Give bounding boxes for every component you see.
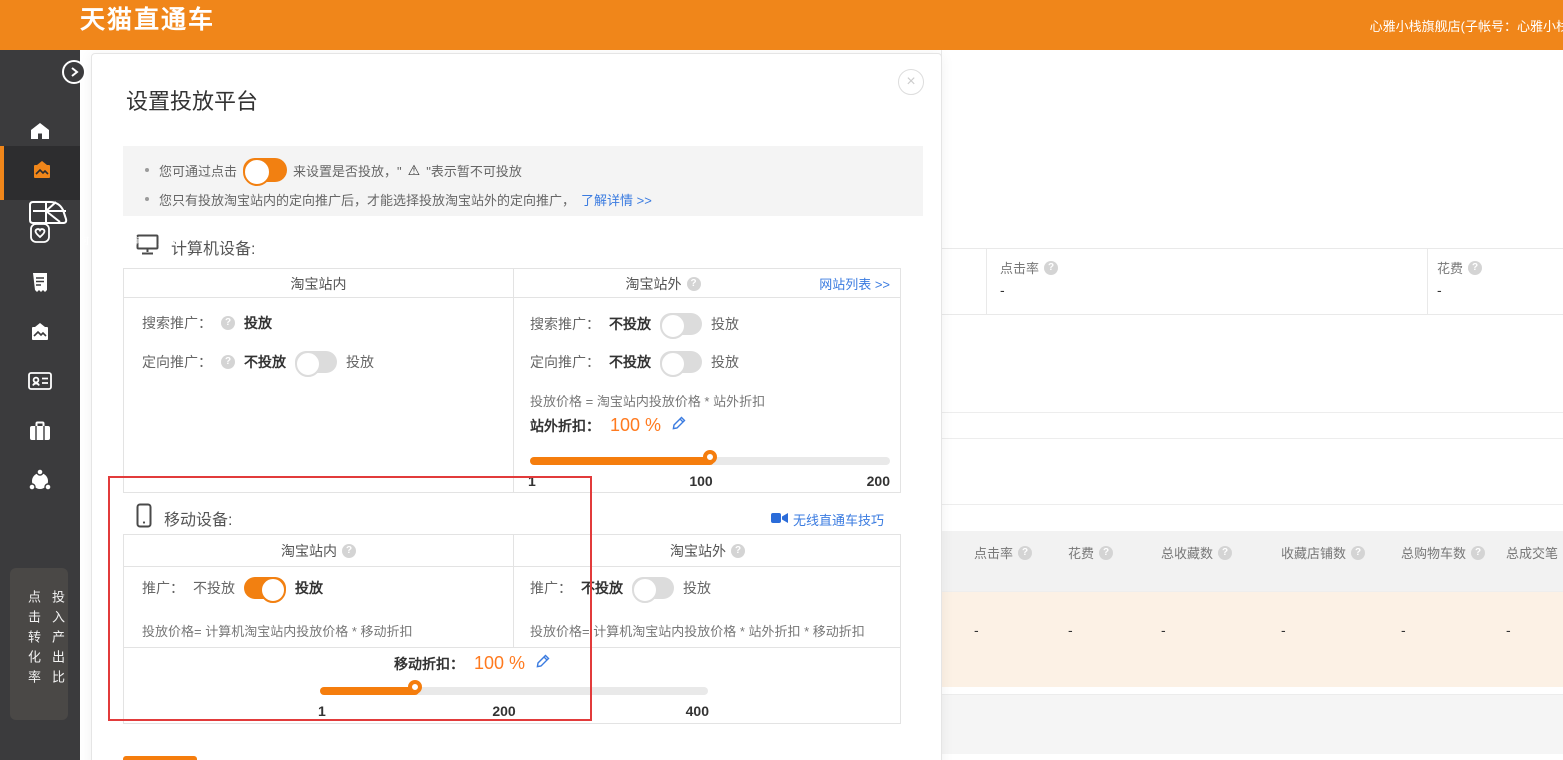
phone-icon [136,503,152,533]
help-icon[interactable] [342,544,356,558]
help-icon[interactable] [1044,261,1058,275]
bg-divider [941,438,1563,439]
help-icon[interactable] [1471,546,1485,560]
mobile-discount-value: 100 % [474,653,525,674]
scale-min: 1 [318,703,326,719]
scale-max: 200 [850,473,890,489]
stat-cost-value: - [1437,282,1442,298]
bg-divider [941,504,1563,505]
mobile-discount-slider[interactable] [320,687,708,695]
edit-pencil-icon[interactable] [535,653,551,674]
slider-handle[interactable] [703,450,717,464]
app-subtitle: 阿里妈妈旗下产品 [80,234,858,424]
sidebar-metrics-panel[interactable]: 点击转化率 投入产出比 [10,568,68,720]
mobile-outside-promo-toggle[interactable] [632,577,674,599]
help-icon[interactable] [1218,546,1232,560]
metric-roi: 投入产出比 [48,590,67,690]
app-title: 天猫直通车 [80,7,858,232]
confirm-button[interactable] [123,756,197,760]
sidebar-item-audience[interactable] [0,458,80,508]
slider-handle[interactable] [408,680,422,694]
video-icon [771,512,788,527]
stat-ctr: 点击率 [1000,258,1058,277]
mobile-discount: 移动折扣： 100 % [394,653,551,674]
users-orbit-icon [27,468,53,499]
report-table-header: 点击率 花费 总收藏数 收藏店铺数 总购物车数 总成交笔 [940,531,1563,592]
mobile-inside-promo-row: 推广： 不投放 投放 [142,577,323,599]
bg-divider [941,412,1563,413]
mobile-inside-price-formula: 投放价格= 计算机淘宝站内投放价格 * 移动折扣 [142,621,413,640]
mobile-section-header: 移动设备: [136,503,232,533]
account-name[interactable]: 心雅小栈旗舰店(子帐号：心雅小栈 [1370,16,1563,35]
scale-min: 1 [528,473,536,489]
help-icon[interactable] [1468,261,1482,275]
help-icon[interactable] [1351,546,1365,560]
stats-summary: 点击率 - 花费 - [940,248,1563,315]
report-table-footer [940,694,1563,754]
help-icon[interactable] [1018,546,1032,560]
stat-ctr-value: - [1000,282,1005,298]
metric-click-conversion: 点击转化率 [24,590,43,690]
scale-max: 400 [667,703,709,719]
mobile-outside-price-formula: 投放价格= 计算机淘宝站内投放价格 * 站外折扣 * 移动折扣 [530,621,865,640]
mobile-outside-promo-row: 推广： 不投放 投放 [530,577,711,599]
report-table-row[interactable]: - - - - - - [940,592,1563,687]
app-header: 天猫直通车 阿里妈妈旗下产品 心雅小栈旗舰店(子帐号：心雅小栈 [0,0,1563,50]
dashboard-background: 点击率 - 花费 - 点击率 花费 总收藏数 收藏店铺数 总购物车数 总成交笔 … [940,50,1563,760]
stat-cost: 花费 [1437,258,1482,277]
mobile-inside-promo-toggle[interactable] [244,577,286,599]
scale-mid: 100 [679,473,723,489]
close-icon[interactable] [898,69,924,95]
scale-mid: 200 [482,703,526,719]
wireless-tips-link[interactable]: 无线直通车技巧 [771,510,884,529]
train-logo-icon [28,195,70,236]
help-icon[interactable] [1099,546,1113,560]
column-header-taobao-outside: 淘宝站外 [513,535,902,567]
mobile-platform-table: 淘宝站内 淘宝站外 推广： 不投放 投放 投放价格= 计算机淘宝站内投放价格 *… [123,534,901,724]
offsite-discount-slider[interactable] [530,457,890,465]
help-icon[interactable] [731,544,745,558]
app-logo[interactable]: 天猫直通车 阿里妈妈旗下产品 [28,7,858,424]
column-header-taobao-inside: 淘宝站内 [124,535,513,567]
